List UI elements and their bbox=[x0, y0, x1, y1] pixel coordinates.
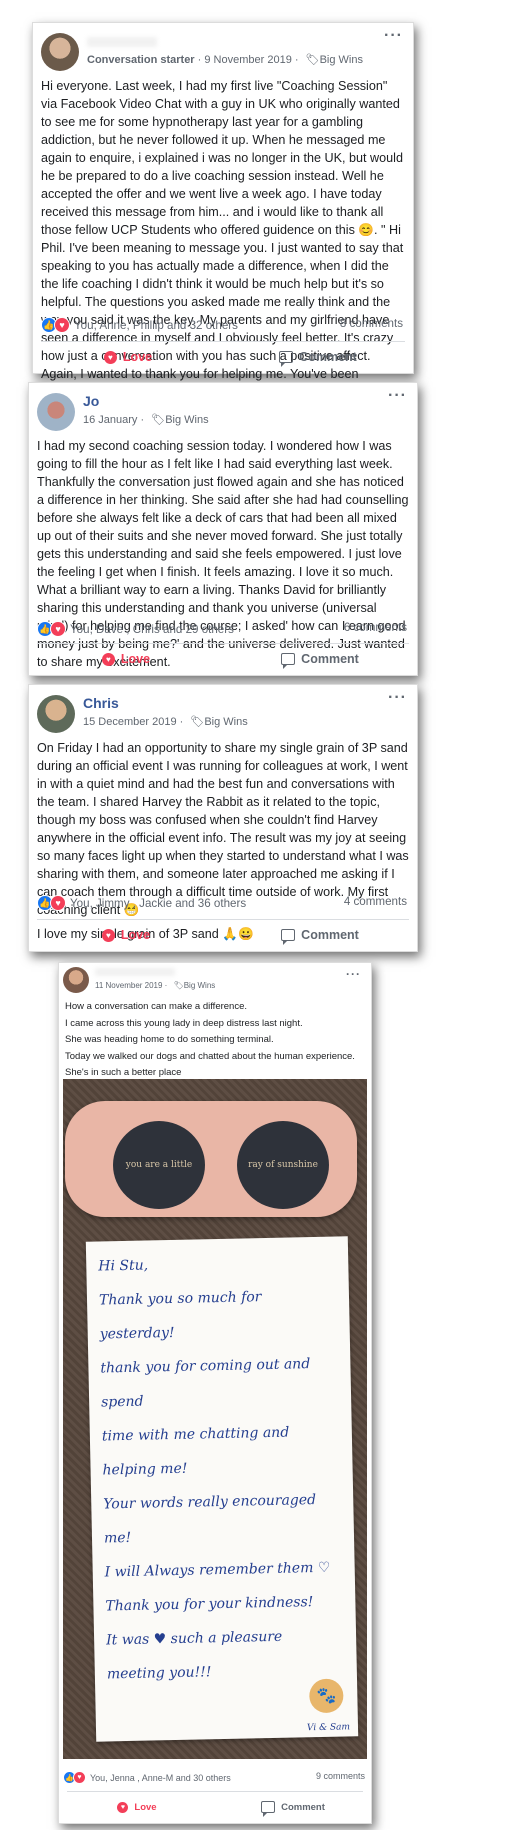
author-name[interactable]: Chris bbox=[83, 695, 119, 711]
love-label: Love bbox=[120, 652, 151, 666]
speech-bubble-icon bbox=[281, 929, 296, 945]
heart-icon: ♥ bbox=[101, 928, 115, 942]
post-meta: Conversation starter · 9 November 2019 ·… bbox=[87, 54, 363, 66]
sunglasses-card: you are a little ray of sunshine bbox=[65, 1101, 357, 1217]
reactions-summary[interactable]: 👍 ♥ You, Anne, Phillip and 32 others bbox=[41, 317, 238, 333]
post-meta: 15 December 2019 · 🏷Big Wins bbox=[83, 716, 248, 728]
post-text: I came across this young lady in deep di… bbox=[65, 1017, 303, 1029]
heart-icon: ♥ bbox=[101, 652, 115, 666]
note-text: Hi Stu, Thank you so much for yesterday!… bbox=[98, 1257, 331, 1683]
reactors-text: You, Jimmy , Jackie and 36 others bbox=[70, 896, 247, 910]
post-topic[interactable]: Big Wins bbox=[204, 716, 247, 728]
speech-bubble-icon bbox=[261, 1801, 276, 1817]
heart-icon: ♥ bbox=[54, 317, 70, 333]
love-label: Love bbox=[122, 350, 153, 364]
post-card-3: Chris 15 December 2019 · 🏷Big Wins ··· O… bbox=[28, 684, 418, 952]
post-body: How a conversation can make a difference… bbox=[59, 997, 371, 1081]
reactors-text: You, Anne, Phillip and 32 others bbox=[74, 318, 238, 332]
reactions-summary[interactable]: 👍 ♥ You, Jenna , Anne-M and 30 others bbox=[63, 1771, 231, 1784]
post-topic[interactable]: Big Wins bbox=[184, 981, 216, 990]
paw-icon: 🐾 bbox=[309, 1678, 344, 1714]
comment-label: Comment bbox=[299, 350, 357, 364]
ellipsis-icon[interactable]: ··· bbox=[388, 387, 407, 405]
post-actions: ♥ Love Comment bbox=[29, 643, 417, 675]
avatar[interactable] bbox=[63, 967, 89, 993]
post-photo[interactable]: you are a little ray of sunshine Hi Stu,… bbox=[63, 1079, 367, 1759]
post-text: How a conversation can make a difference… bbox=[65, 1001, 248, 1012]
right-lens: ray of sunshine bbox=[237, 1121, 329, 1209]
love-button[interactable]: ♥ Love bbox=[29, 919, 223, 951]
author-name[interactable]: Jo bbox=[83, 393, 99, 409]
post-date[interactable]: 9 November 2019 bbox=[204, 54, 291, 66]
post-stats: 👍 ♥ You, Dave , Chris and 29 others 6 com… bbox=[29, 617, 417, 643]
note-signature: Vi & Sam bbox=[306, 1722, 351, 1734]
comment-label: Comment bbox=[281, 1801, 325, 1813]
post-actions: ♥ Love Comment bbox=[59, 1791, 371, 1823]
avatar[interactable] bbox=[41, 33, 79, 71]
comment-button[interactable]: Comment bbox=[223, 919, 417, 951]
post-header: Conversation starter · 9 November 2019 ·… bbox=[33, 23, 413, 75]
avatar[interactable] bbox=[37, 393, 75, 431]
post-topic[interactable]: Big Wins bbox=[320, 54, 363, 66]
tag-icon: 🏷 bbox=[190, 716, 205, 728]
heart-icon: ♥ bbox=[73, 1771, 86, 1784]
post-text: She was heading home to do something ter… bbox=[65, 1034, 274, 1045]
love-button[interactable]: ♥ Love bbox=[33, 341, 223, 373]
reactors-text: You, Jenna , Anne-M and 30 others bbox=[90, 1772, 231, 1783]
post-header: Jo 16 January · 🏷Big Wins ··· bbox=[29, 383, 417, 435]
love-button[interactable]: ♥ Love bbox=[59, 1791, 215, 1823]
tag-icon: 🏷 bbox=[173, 981, 184, 990]
love-label: Love bbox=[120, 928, 151, 942]
post-text: Today we walked our dogs and chatted abo… bbox=[65, 1050, 355, 1062]
post-stats: 👍 ♥ You, Jimmy , Jackie and 36 others 4 c… bbox=[29, 891, 417, 917]
comment-count[interactable]: 4 comments bbox=[344, 895, 407, 908]
author-name[interactable] bbox=[95, 967, 175, 978]
comment-count[interactable]: 8 comments bbox=[340, 317, 403, 330]
comment-button[interactable]: Comment bbox=[223, 643, 417, 675]
post-header: 11 November 2019 · 🏷Big Wins ··· bbox=[59, 963, 371, 997]
left-lens: you are a little bbox=[113, 1121, 205, 1209]
heart-icon: ♥ bbox=[103, 350, 117, 364]
post-card-1: Conversation starter · 9 November 2019 ·… bbox=[32, 22, 414, 399]
post-card-2: Jo 16 January · 🏷Big Wins ··· I had my s… bbox=[28, 382, 418, 676]
post-topic[interactable]: Big Wins bbox=[165, 414, 208, 426]
author-badge: Conversation starter bbox=[87, 54, 195, 66]
post-actions: ♥ Love Comment bbox=[33, 341, 413, 373]
reactions-summary[interactable]: 👍 ♥ You, Dave , Chris and 29 others bbox=[37, 621, 234, 637]
post-meta: 11 November 2019 · 🏷Big Wins bbox=[95, 981, 216, 990]
handwritten-note: Hi Stu, Thank you so much for yesterday!… bbox=[85, 1236, 359, 1742]
post-stats: 👍 ♥ You, Anne, Phillip and 32 others 8 co… bbox=[33, 313, 413, 339]
post-date[interactable]: 15 December 2019 bbox=[83, 716, 177, 728]
post-actions: ♥ Love Comment bbox=[29, 919, 417, 951]
avatar[interactable] bbox=[37, 695, 75, 733]
love-button[interactable]: ♥ Love bbox=[29, 643, 223, 675]
post-date[interactable]: 16 January bbox=[83, 414, 137, 426]
speech-bubble-icon bbox=[279, 351, 294, 367]
ellipsis-icon[interactable]: ··· bbox=[388, 689, 407, 707]
post-header: Chris 15 December 2019 · 🏷Big Wins ··· bbox=[29, 685, 417, 737]
speech-bubble-icon bbox=[281, 653, 296, 669]
post-stats: 👍 ♥ You, Jenna , Anne-M and 30 others 9 c… bbox=[59, 1767, 371, 1789]
love-label: Love bbox=[134, 1801, 157, 1813]
tag-icon: 🏷 bbox=[305, 54, 320, 66]
tag-icon: 🏷 bbox=[151, 414, 166, 426]
comment-count[interactable]: 9 comments bbox=[316, 1771, 365, 1781]
ellipsis-icon[interactable]: ··· bbox=[384, 27, 403, 45]
reactions-summary[interactable]: 👍 ♥ You, Jimmy , Jackie and 36 others bbox=[37, 895, 246, 911]
ellipsis-icon[interactable]: ··· bbox=[346, 967, 361, 981]
comment-label: Comment bbox=[301, 928, 359, 942]
heart-icon: ♥ bbox=[50, 895, 66, 911]
reactors-text: You, Dave , Chris and 29 others bbox=[70, 622, 234, 636]
post-date[interactable]: 11 November 2019 bbox=[95, 981, 162, 990]
comment-button[interactable]: Comment bbox=[215, 1791, 371, 1823]
comment-count[interactable]: 6 comments bbox=[344, 621, 407, 634]
comment-label: Comment bbox=[301, 652, 359, 666]
heart-icon: ♥ bbox=[50, 621, 66, 637]
heart-icon: ♥ bbox=[117, 1801, 129, 1813]
comment-button[interactable]: Comment bbox=[223, 341, 413, 373]
post-meta: 16 January · 🏷Big Wins bbox=[83, 414, 209, 426]
post-card-4: 11 November 2019 · 🏷Big Wins ··· How a c… bbox=[58, 962, 372, 1824]
author-name[interactable] bbox=[87, 33, 157, 49]
